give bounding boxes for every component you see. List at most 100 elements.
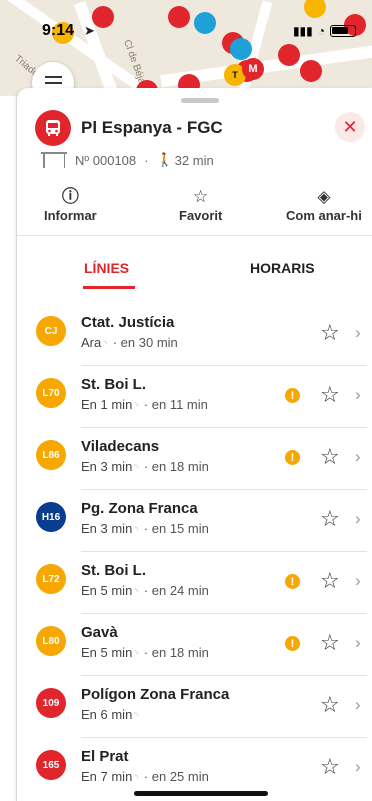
chevron-right-icon: › [355,509,361,528]
first-arrival: En 3 min [81,459,133,474]
home-indicator[interactable] [134,791,268,796]
line-times: En 5 min ◝ · en 24 min [81,583,209,598]
chevron-right-icon: › [355,757,361,776]
star-icon[interactable]: ☆ [320,632,340,654]
next-arrival: en 18 min [151,459,209,474]
line-row[interactable]: L80 Gavà En 5 min ◝ · en 18 min ! ☆ › [17,614,372,676]
walk-time-label: 32 min [174,152,214,168]
realtime-icon: ◝ [134,587,139,598]
tab-lines[interactable]: LÍNIES [84,260,129,276]
map-view[interactable]: Cl de Béjar Triador T M 9:14 ➤ ▮▮▮ ◔ [0,0,372,96]
line-badge: 165 [36,750,66,780]
line-row[interactable]: H16 Pg. Zona Franca En 3 min ◝ · en 15 mi… [17,490,372,552]
next-arrival: en 15 min [151,521,209,536]
star-icon[interactable]: ☆ [320,446,340,468]
drag-handle[interactable] [181,98,219,103]
line-badge: H16 [36,502,66,532]
first-arrival: En 1 min [81,397,133,412]
status-bar: 9:14 ➤ ▮▮▮ ◔ [0,0,372,48]
line-row[interactable]: L70 St. Boi L. En 1 min ◝ · en 11 min ! ☆… [17,366,372,428]
battery-icon [330,25,356,37]
close-button[interactable]: ✕ [335,112,365,142]
line-badge: 109 [36,688,66,718]
star-icon[interactable]: ☆ [320,570,340,592]
close-icon: ✕ [342,116,358,137]
line-times: En 7 min ◝ · en 25 min [81,769,209,784]
report-label: Informar [44,208,97,223]
status-icons: ▮▮▮ ◔ [293,24,356,38]
status-time: 9:14 [42,22,75,39]
directions-label: Com anar-hi [286,208,362,223]
stop-name: Pl Espanya - FGC [81,118,223,137]
star-icon[interactable]: ☆ [320,694,340,716]
star-icon[interactable]: ☆ [320,384,340,406]
first-arrival: En 6 min [81,707,133,722]
line-destination: St. Boi L. [81,562,146,579]
wifi-icon: ◔ [317,24,325,38]
walking-person-icon: 🚶 [156,152,173,167]
line-times: Ara ◝ · en 30 min [81,335,178,350]
next-arrival: en 24 min [151,583,209,598]
star-icon: ☆ [193,187,209,206]
warning-icon[interactable]: ! [285,388,300,403]
line-destination: Polígon Zona Franca [81,686,230,703]
meta-separator: · [144,152,149,168]
realtime-icon: ◝ [134,711,139,722]
first-arrival: En 5 min [81,583,133,598]
line-row[interactable]: 109 Polígon Zona Franca En 6 min ◝ ☆ › [17,676,372,738]
walk-time: 🚶 32 min [156,152,213,168]
map-stop-pin[interactable] [300,60,322,82]
first-arrival: En 3 min [81,521,133,536]
next-arrival: en 30 min [120,335,178,350]
tab-schedules[interactable]: HORARIS [250,260,315,276]
line-badge: L86 [36,440,66,470]
line-times: En 5 min ◝ · en 18 min [81,645,209,660]
map-stop-pin[interactable]: M [242,58,264,80]
line-row[interactable]: L72 St. Boi L. En 5 min ◝ · en 24 min ! ☆… [17,552,372,614]
line-badge: CJ [36,316,66,346]
line-times: En 6 min ◝ [81,707,140,722]
report-button[interactable]: ⓘ Informar [44,187,97,224]
next-arrival: en 18 min [151,645,209,660]
line-row[interactable]: L86 Viladecans En 3 min ◝ · en 18 min ! ☆… [17,428,372,490]
directions-button[interactable]: ◈ Com anar-hi [286,188,362,224]
favorite-label: Favorit [179,208,223,223]
hamburger-icon [44,76,62,78]
chevron-right-icon: › [355,323,361,342]
star-icon[interactable]: ☆ [320,508,340,530]
line-row[interactable]: CJ Ctat. Justícia Ara ◝ · en 30 min ☆ › [17,304,372,366]
chevron-right-icon: › [355,695,361,714]
line-destination: Gavà [81,624,118,641]
warning-icon[interactable]: ! [285,574,300,589]
line-badge: L70 [36,378,66,408]
shelter-icon [41,152,67,168]
stop-detail-panel: Pl Espanya - FGC ✕ Nº 000108 · 🚶 32 min … [16,88,372,801]
star-icon[interactable]: ☆ [320,322,340,344]
line-destination: St. Boi L. [81,376,146,393]
first-arrival: En 5 min [81,645,133,660]
line-destination: Pg. Zona Franca [81,500,198,517]
line-destination: Ctat. Justícia [81,314,175,331]
line-destination: El Prat [81,748,129,765]
alert-circle-icon: ⓘ [61,187,79,206]
location-arrow-icon: ➤ [84,23,95,38]
first-arrival: Ara [81,335,102,350]
warning-icon[interactable]: ! [285,450,300,465]
action-bar: ⓘ Informar ☆ Favorit ◈ Com anar-hi [17,188,372,236]
realtime-icon: ◝ [134,649,139,660]
stop-number: Nº 000108 [75,152,137,168]
line-times: En 3 min ◝ · en 18 min [81,459,209,474]
next-arrival: en 11 min [151,397,208,412]
hamburger-icon-line [44,82,62,84]
line-times: En 3 min ◝ · en 15 min [81,521,209,536]
warning-icon[interactable]: ! [285,636,300,651]
line-badge: L72 [36,564,66,594]
line-destination: Viladecans [81,438,160,455]
realtime-icon: ◝ [134,773,139,784]
signal-icon: ▮▮▮ [292,24,313,38]
star-icon[interactable]: ☆ [320,756,340,778]
favorite-button[interactable]: ☆ Favorit [179,187,223,224]
next-arrival: en 25 min [151,769,209,784]
realtime-icon: ◝ [134,463,139,474]
line-times: En 1 min ◝ · en 11 min [81,397,208,412]
